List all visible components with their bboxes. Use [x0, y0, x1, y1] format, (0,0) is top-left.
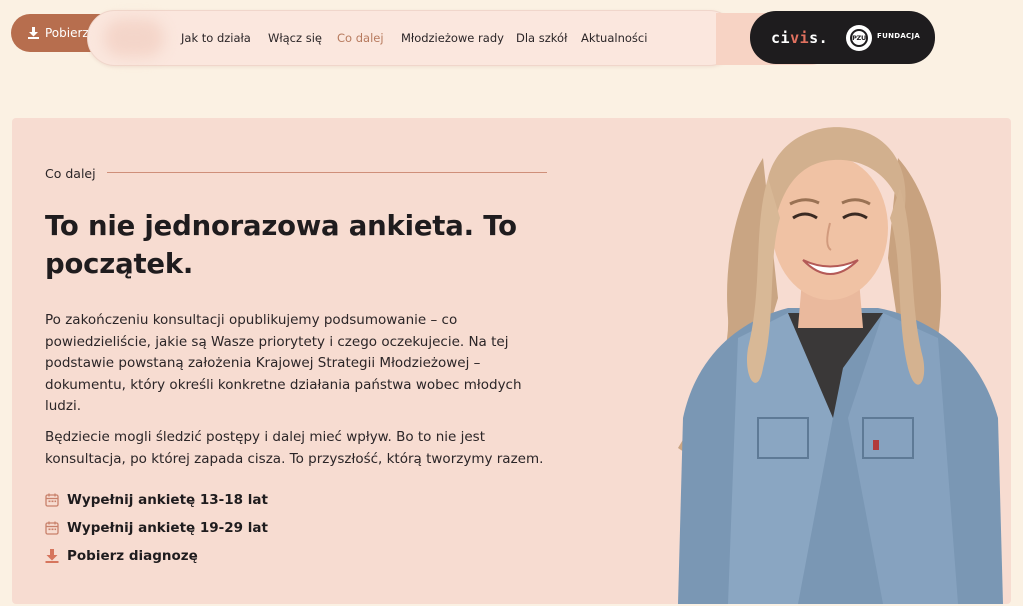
hero-headline: To nie jednorazowa ankieta. To początek. [45, 210, 517, 280]
pzu-mark: PZU [850, 29, 868, 47]
nav-how-it-works[interactable]: Jak to działa [181, 31, 251, 45]
survey-13-18-label: Wypełnij ankietę 13-18 lat [67, 492, 268, 508]
partner-logos: civis. PZU FUNDACJA [750, 11, 935, 64]
survey-13-18-link[interactable]: Wypełnij ankietę 13-18 lat [45, 492, 268, 508]
pzu-logo[interactable]: PZU [846, 25, 872, 51]
hero-paragraph-1: Po zakończeniu konsultacji opublikujemy … [45, 312, 522, 414]
nav-join[interactable]: Włącz się [268, 31, 322, 45]
download-diagnosis-link[interactable]: Pobierz diagnozę [45, 548, 198, 564]
survey-19-29-link[interactable]: Wypełnij ankietę 19-29 lat [45, 520, 268, 536]
nav-what-next[interactable]: Co dalej [337, 31, 384, 45]
survey-19-29-label: Wypełnij ankietę 19-29 lat [67, 520, 268, 536]
nav-news[interactable]: Aktualności [581, 31, 647, 45]
blurred-logo [104, 19, 164, 57]
calendar-icon [45, 521, 59, 535]
download-diagnosis-label: Pobierz diagnozę [67, 548, 198, 564]
download-label: Pobierz [45, 26, 89, 40]
nav-for-schools[interactable]: Dla szkół [516, 31, 567, 45]
nav-youth-councils[interactable]: Młodzieżowe rady [401, 31, 504, 45]
section-divider [107, 172, 547, 173]
civis-logo[interactable]: civis. [771, 29, 828, 47]
download-icon [45, 549, 59, 563]
calendar-icon [45, 493, 59, 507]
section-label: Co dalej [45, 166, 96, 181]
download-icon [28, 27, 39, 39]
hero-paragraph-2: Będziecie mogli śledzić postępy i dalej … [45, 429, 544, 467]
fundacja-label: FUNDACJA [877, 32, 921, 40]
hero-photo [678, 127, 1003, 604]
